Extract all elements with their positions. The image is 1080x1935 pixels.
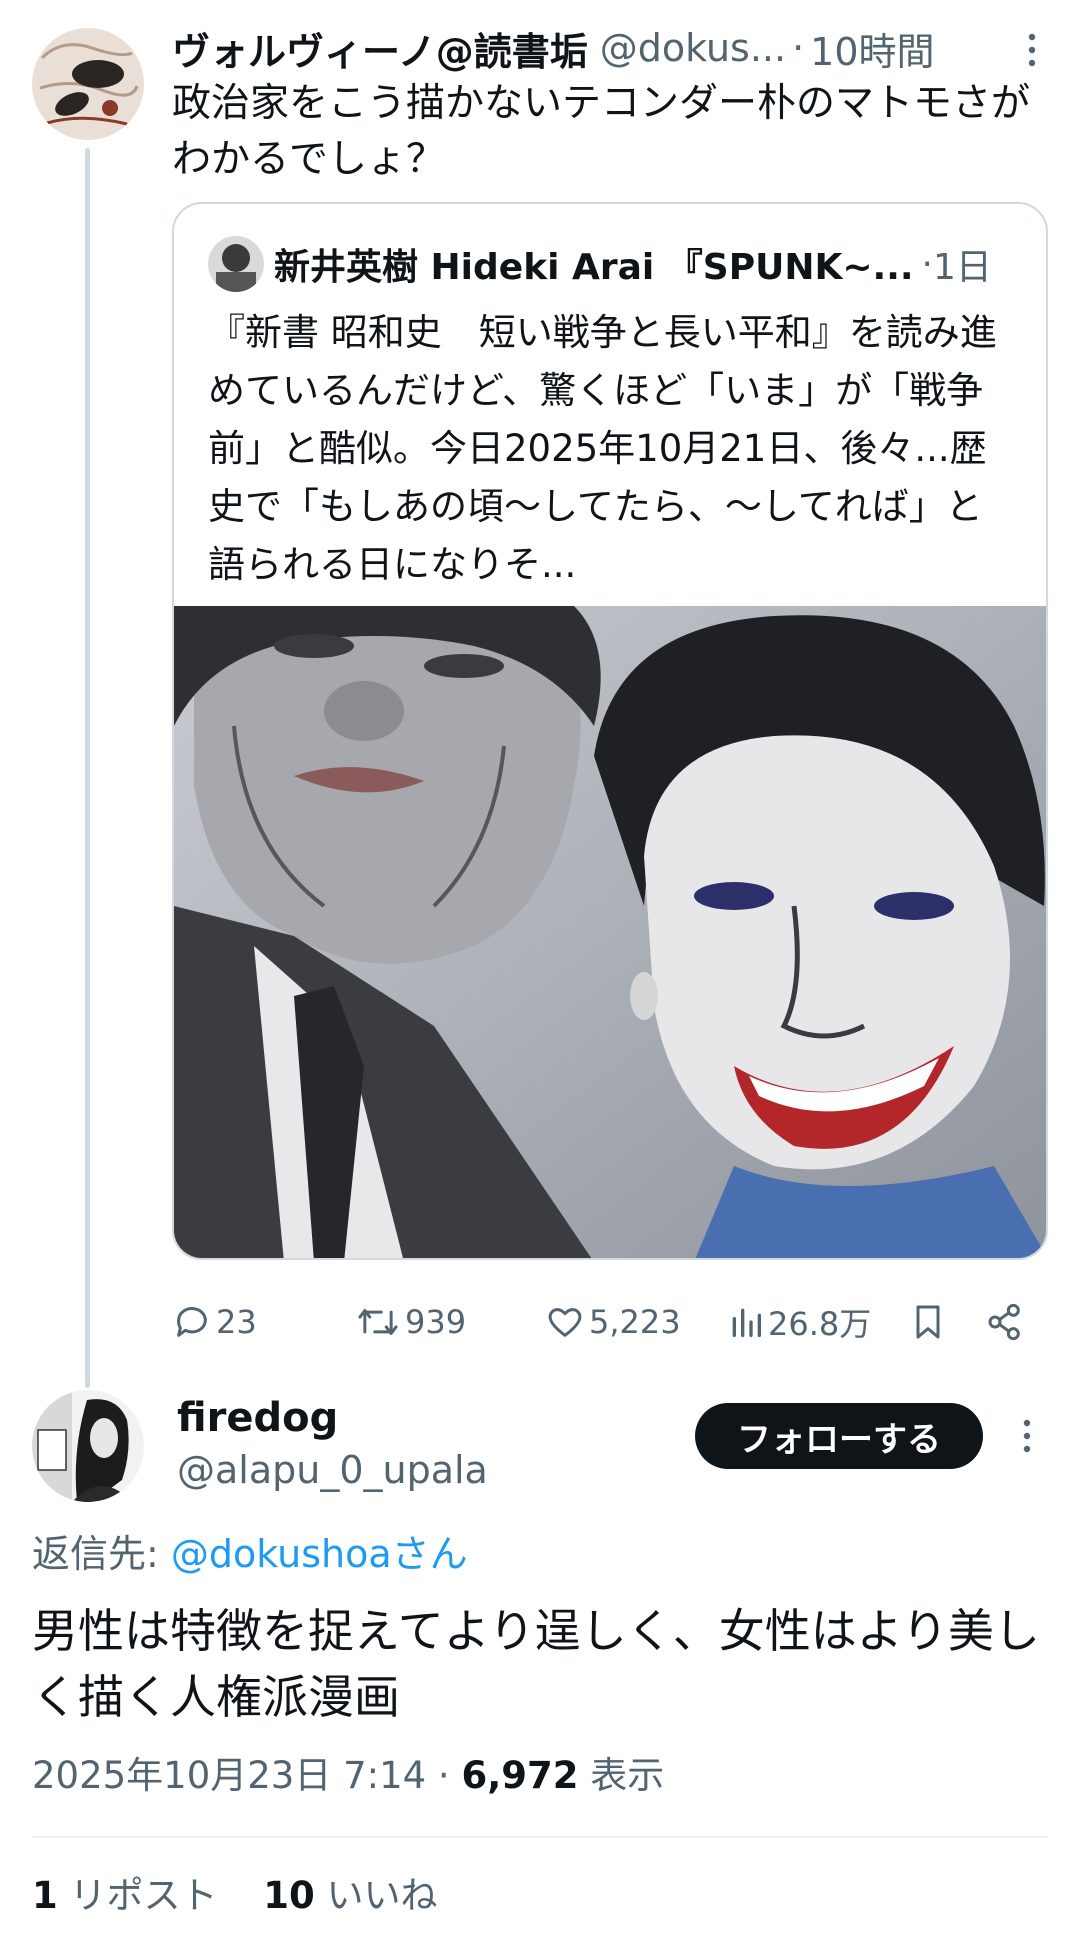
repost-button[interactable]: 939 xyxy=(355,1292,466,1352)
reply-view-count: 6,972 xyxy=(461,1754,579,1797)
bookmark-icon xyxy=(916,1305,940,1339)
reply-to-label: 返信先: xyxy=(32,1532,159,1576)
quoted-tweet-card[interactable]: 新井英樹 Hideki Arai 『SPUNK~... · 1日 『新書 昭和史… xyxy=(172,202,1048,1260)
views-button[interactable]: 26.8万 xyxy=(728,1292,871,1352)
reply-handle[interactable]: @alapu_0_upala xyxy=(177,1442,488,1498)
parent-avatar[interactable] xyxy=(32,28,144,140)
parent-avatar-image xyxy=(32,28,144,140)
reply-tweet-text: 男性は特徴を捉えてより逞しく、女性はより美しく描く人権派漫画 xyxy=(32,1604,1040,1724)
thread-line xyxy=(85,148,90,1388)
share-button[interactable] xyxy=(985,1292,1025,1352)
quote-text: 『新書 昭和史 短い戦争と長い平和』を読み進めているんだけど、驚くほど「いま」が… xyxy=(208,311,997,586)
separator-dot: · xyxy=(792,26,805,70)
reply-count: 23 xyxy=(216,1303,257,1341)
quote-header: 新井英樹 Hideki Arai 『SPUNK~... · 1日 xyxy=(274,234,1019,294)
engagement-stats: 1 リポスト 10 いいね xyxy=(32,1868,438,1924)
reply-to-line: 返信先: @dokushoaさん xyxy=(32,1526,468,1582)
parent-handle[interactable]: @dokus... xyxy=(600,26,786,70)
quote-display-name: 新井英樹 Hideki Arai 『SPUNK~... xyxy=(274,247,914,288)
views-icon xyxy=(732,1308,761,1337)
parent-display-name[interactable]: ヴォルヴィーノ@読書垢 xyxy=(172,21,588,76)
share-icon xyxy=(988,1303,1020,1341)
reply-avatar[interactable] xyxy=(32,1390,144,1502)
separator-dot: · xyxy=(921,243,933,285)
like-stat[interactable]: 10 いいね xyxy=(263,1874,437,1917)
parent-time[interactable]: 10時間 xyxy=(810,21,934,76)
repost-count: 939 xyxy=(405,1303,467,1341)
like-count: 5,223 xyxy=(589,1303,681,1341)
follow-button[interactable]: フォローする xyxy=(695,1403,983,1469)
more-vertical-icon[interactable] xyxy=(1022,32,1042,72)
reply-to-mention[interactable]: @dokushoaさん xyxy=(171,1532,468,1576)
quote-avatar xyxy=(208,236,264,292)
reply-view-label: 表示 xyxy=(578,1754,665,1797)
reply-display-name[interactable]: firedog xyxy=(177,1390,338,1446)
bookmark-button[interactable] xyxy=(908,1292,948,1352)
repost-stat-label: リポスト xyxy=(57,1874,218,1917)
like-stat-count: 10 xyxy=(263,1874,315,1917)
divider xyxy=(32,1836,1048,1838)
more-vertical-icon[interactable] xyxy=(1017,1418,1037,1458)
quote-media-image[interactable] xyxy=(174,603,1046,1258)
views-count: 26.8万 xyxy=(768,1305,872,1343)
reply-avatar-image xyxy=(32,1390,144,1502)
repost-stat[interactable]: 1 リポスト xyxy=(32,1874,218,1917)
repost-stat-count: 1 xyxy=(32,1874,58,1917)
reply-icon xyxy=(177,1307,207,1337)
like-icon xyxy=(548,1308,582,1337)
reply-button[interactable]: 23 xyxy=(172,1292,257,1352)
repost-icon xyxy=(358,1309,398,1335)
like-button[interactable]: 5,223 xyxy=(545,1292,681,1352)
parent-header: ヴォルヴィーノ@読書垢 @dokus... · 10時間 xyxy=(172,20,1042,76)
parent-tweet-text: 政治家をこう描かないテコンダー朴のマトモさがわかるでしょ？ xyxy=(172,81,1031,182)
quote-time: 1日 xyxy=(933,247,992,288)
reply-timestamp[interactable]: 2025年10月23日 7:14 · xyxy=(32,1754,461,1797)
like-stat-label: いいね xyxy=(314,1874,438,1917)
reply-meta: 2025年10月23日 7:14 · 6,972 表示 xyxy=(32,1748,664,1804)
